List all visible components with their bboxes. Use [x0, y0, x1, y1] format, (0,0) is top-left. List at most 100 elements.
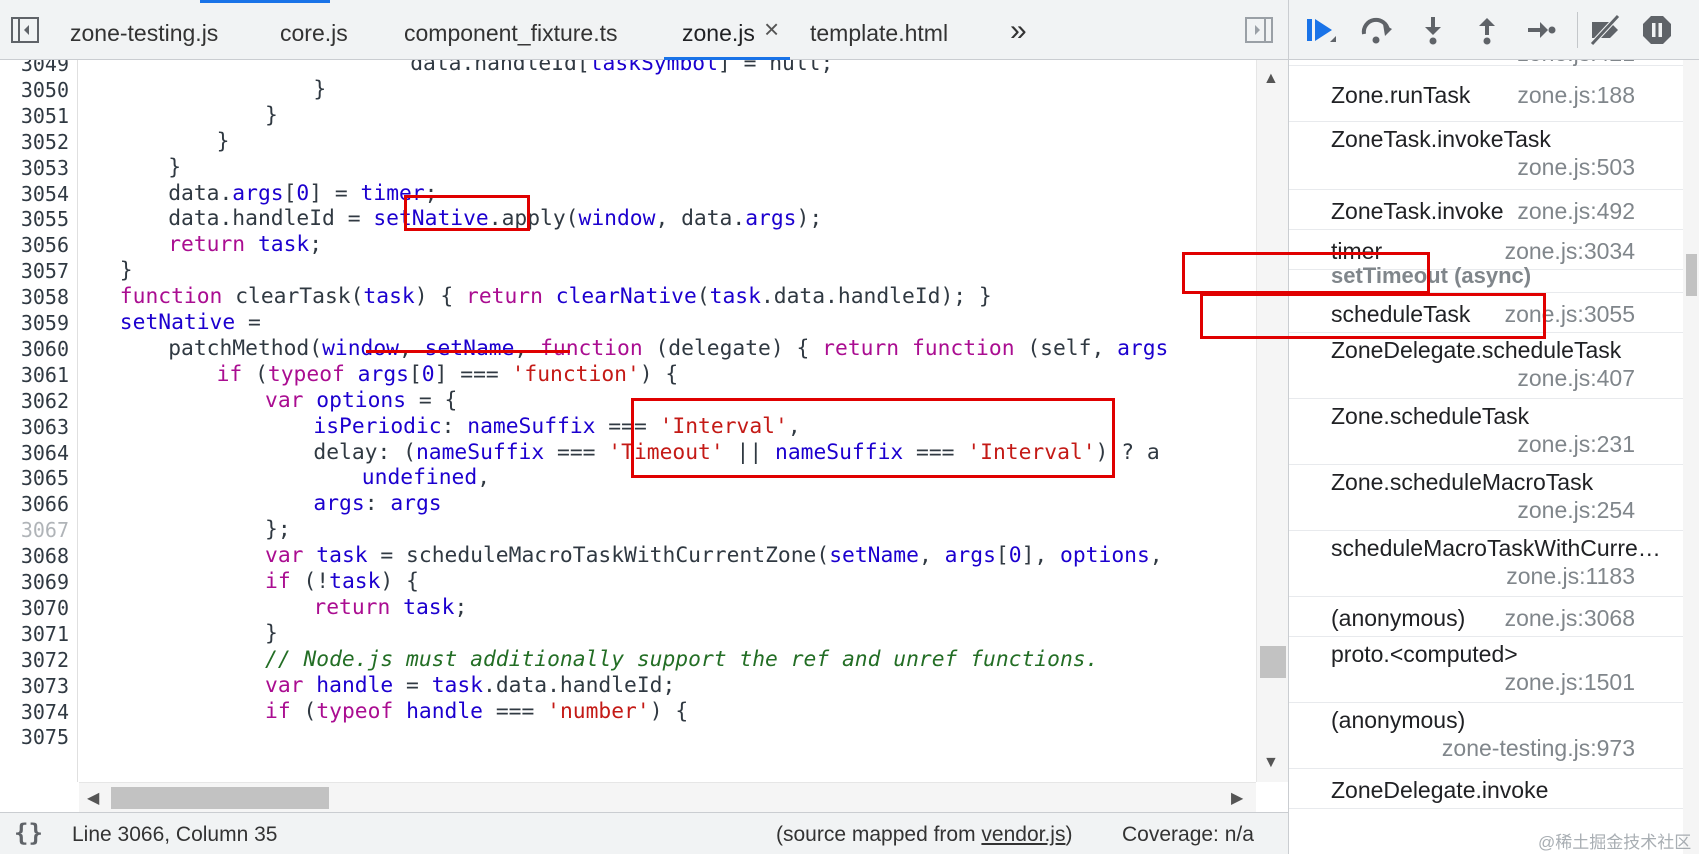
line-number[interactable]: 3069 [21, 568, 69, 596]
code-line[interactable]: } [120, 257, 133, 285]
resume-button[interactable] [1301, 12, 1341, 48]
editor-vertical-scrollbar[interactable]: ▲ ▼ [1256, 60, 1288, 782]
call-frame[interactable]: ZoneDelegate.invoke [1289, 769, 1683, 809]
code-line[interactable]: data.args[0] = timer; [168, 180, 437, 208]
pause-on-exceptions-button[interactable] [1637, 12, 1677, 48]
call-frame-location[interactable]: zone.js:407 [1517, 365, 1635, 392]
call-frame[interactable]: (anonymous) zone-testing.js:973 [1289, 703, 1683, 769]
line-number[interactable]: 3061 [21, 361, 69, 389]
code-line[interactable]: if (typeof handle === 'number') { [265, 698, 688, 726]
call-frame-location[interactable]: zone.js:1501 [1505, 669, 1635, 696]
call-frame-location[interactable]: zone.js:188 [1517, 82, 1635, 109]
code-line[interactable]: var task = scheduleMacroTaskWithCurrentZ… [265, 542, 1163, 570]
code-line[interactable]: var options = { [265, 387, 457, 415]
call-frame[interactable]: Zone.scheduleTask zone.js:231 [1289, 399, 1683, 465]
line-number[interactable]: 3057 [21, 257, 69, 285]
call-frame-location[interactable]: zone.js:1183 [1506, 563, 1635, 590]
line-number[interactable]: 3066 [21, 490, 69, 518]
tab-template-html[interactable]: template.html [810, 0, 948, 60]
code-line[interactable]: }; [265, 516, 291, 544]
call-frame[interactable]: Zone.scheduleMacroTask zone.js:254 [1289, 465, 1683, 531]
call-frame-location[interactable]: zone.js:3055 [1505, 301, 1635, 328]
call-frame[interactable]: ZoneTask.invoke zone.js:492 [1289, 190, 1683, 230]
code-line[interactable]: delay: (nameSuffix === 'Timeout' || name… [313, 439, 1159, 467]
code-line[interactable]: if (!task) { [265, 568, 419, 596]
call-frame-location[interactable]: zone-testing.js:973 [1442, 735, 1635, 762]
line-number[interactable]: 3071 [21, 620, 69, 648]
code-area[interactable]: data.handleId[taskSymbol] = null;}}}} dat… [79, 60, 1256, 782]
pretty-print-icon[interactable]: {} [14, 819, 43, 847]
call-stack-scrollbar[interactable] [1683, 60, 1699, 854]
line-number[interactable]: 3053 [21, 154, 69, 182]
deactivate-breakpoints-button[interactable] [1585, 12, 1625, 48]
call-frame-location[interactable]: zone.js:503 [1517, 154, 1635, 181]
line-number[interactable]: 3059 [21, 309, 69, 337]
line-number[interactable]: 3068 [21, 542, 69, 570]
scroll-down-icon[interactable]: ▼ [1263, 754, 1279, 772]
line-number-gutter[interactable]: 3049 3050 3051 3052 3053 3054 3055 3056 3057 3058… [0, 60, 78, 782]
close-tab-icon[interactable]: × [764, 14, 779, 45]
code-line[interactable]: patchMethod(window, setName, function (d… [168, 335, 1168, 363]
code-line[interactable]: } [217, 128, 230, 156]
code-line[interactable]: setNative = [120, 309, 261, 337]
code-line[interactable]: return task; [168, 231, 322, 259]
line-number[interactable]: 3056 [21, 231, 69, 259]
call-frame-location[interactable]: zone.js:3068 [1505, 605, 1635, 632]
code-line[interactable]: } [313, 76, 326, 104]
line-number[interactable]: 3065 [21, 464, 69, 492]
code-line[interactable]: } [168, 154, 181, 182]
source-map-link[interactable]: vendor.js [981, 823, 1065, 846]
line-number[interactable]: 3072 [21, 646, 69, 674]
call-frame[interactable]: Zone.runTask zone.js:188 [1289, 66, 1683, 122]
scroll-up-icon[interactable]: ▲ [1263, 70, 1279, 88]
line-number[interactable]: 3070 [21, 594, 69, 622]
line-number[interactable]: 3058 [21, 283, 69, 311]
line-number[interactable]: 3064 [21, 439, 69, 467]
call-frame[interactable]: ZoneTask.invokeTask zone.js:503 [1289, 122, 1683, 190]
call-frame[interactable]: ZoneDelegate.scheduleTask zone.js:407 [1289, 333, 1683, 399]
code-line[interactable]: undefined, [362, 464, 490, 492]
toggle-debugger-button[interactable] [1244, 16, 1274, 44]
tab-component-fixture-ts[interactable]: component_fixture.ts [404, 0, 618, 60]
code-line[interactable]: } [265, 102, 278, 130]
editor-horizontal-scrollbar[interactable]: ◀ ▶ [79, 782, 1256, 812]
code-line[interactable]: data.handleId[taskSymbol] = null; [410, 60, 833, 78]
call-frame-location[interactable]: zone.js:254 [1517, 497, 1635, 524]
toggle-navigator-button[interactable] [10, 16, 40, 44]
step-into-button[interactable] [1413, 12, 1453, 48]
line-number[interactable]: 3074 [21, 698, 69, 726]
line-number[interactable]: 3055 [21, 205, 69, 233]
code-line[interactable]: return task; [313, 594, 467, 622]
code-line[interactable]: if (typeof args[0] === 'function') { [217, 361, 679, 389]
call-frame-location[interactable]: zone.js:492 [1517, 198, 1635, 225]
scroll-right-icon[interactable]: ▶ [1231, 788, 1243, 808]
step-out-button[interactable] [1467, 12, 1507, 48]
horizontal-scroll-thumb[interactable] [111, 787, 329, 809]
line-number[interactable]: 3073 [21, 672, 69, 700]
line-number[interactable]: 3051 [21, 102, 69, 130]
code-line[interactable]: } [265, 620, 278, 648]
line-number[interactable]: 3067 [21, 516, 69, 544]
tab-zone-testing-js[interactable]: zone-testing.js [70, 0, 218, 60]
call-frame[interactable]: (anonymous) zone.js:3068 [1289, 597, 1683, 637]
line-number[interactable]: 3075 [21, 723, 69, 751]
code-line[interactable]: isPeriodic: nameSuffix === 'Interval', [313, 413, 800, 441]
line-number[interactable]: 3060 [21, 335, 69, 363]
line-number[interactable]: 3062 [21, 387, 69, 415]
code-line[interactable]: args: args [313, 490, 441, 518]
line-number[interactable]: 3063 [21, 413, 69, 441]
call-frame-location[interactable]: zone.js:231 [1517, 431, 1635, 458]
code-line[interactable]: function clearTask(task) { return clearN… [120, 283, 992, 311]
code-line[interactable]: var handle = task.data.handleId; [265, 672, 675, 700]
call-frame[interactable]: scheduleTask zone.js:3055 [1289, 293, 1683, 333]
call-frame[interactable]: scheduleMacroTaskWithCurre… zone.js:1183 [1289, 531, 1683, 597]
call-stack-scroll-thumb[interactable] [1686, 254, 1697, 296]
line-number[interactable]: 3050 [21, 76, 69, 104]
scroll-left-icon[interactable]: ◀ [87, 788, 99, 808]
vertical-scroll-thumb[interactable] [1260, 646, 1286, 678]
line-number[interactable]: 3052 [21, 128, 69, 156]
more-tabs-icon[interactable]: » [1010, 0, 1027, 60]
line-number[interactable]: 3054 [21, 180, 69, 208]
code-line[interactable]: // Node.js must additionally support the… [265, 646, 1098, 674]
tab-zone-js[interactable]: zone.js [682, 0, 755, 60]
